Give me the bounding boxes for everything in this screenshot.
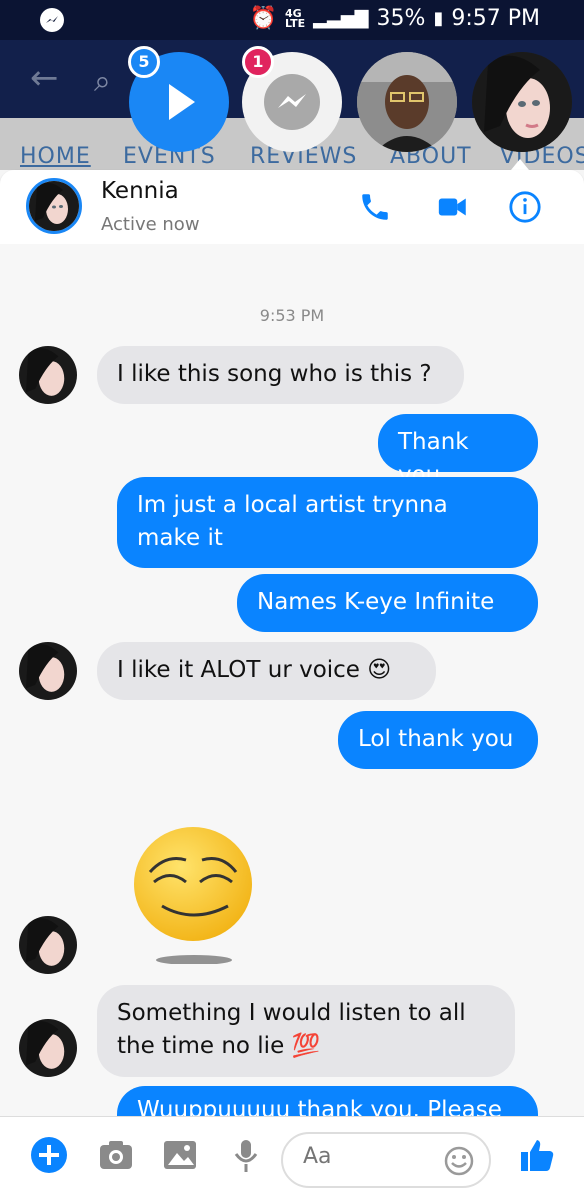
outgoing-message[interactable]: Lol thank you	[338, 711, 538, 769]
contact-status: Active now	[101, 214, 200, 235]
message-input-wrapper[interactable]	[281, 1132, 491, 1188]
incoming-message[interactable]: Something I would listen to all the time…	[97, 985, 515, 1077]
status-time: 9:57 PM	[451, 6, 540, 31]
info-icon[interactable]	[508, 190, 542, 224]
battery-icon: ▮	[433, 8, 444, 29]
relieved-emoji-sticker[interactable]	[132, 824, 256, 964]
message-timestamp: 9:53 PM	[259, 306, 325, 325]
video-call-icon[interactable]	[436, 190, 470, 224]
man-avatar-photo	[357, 52, 457, 152]
network-type: 4G LTE	[284, 6, 306, 30]
outgoing-message[interactable]: Names K-eye Infinite	[237, 574, 538, 632]
messenger-notification-icon	[40, 8, 64, 32]
gallery-icon[interactable]	[160, 1135, 200, 1175]
like-icon[interactable]	[517, 1135, 557, 1175]
camera-icon[interactable]	[96, 1135, 136, 1175]
message-composer	[0, 1116, 584, 1201]
video-badge: 5	[128, 46, 160, 78]
microphone-icon[interactable]	[226, 1135, 266, 1175]
incoming-message[interactable]: I like this song who is this ?	[97, 346, 464, 404]
emoji-icon[interactable]	[443, 1145, 475, 1177]
kennia-avatar-photo	[19, 916, 77, 974]
kennia-avatar-photo	[19, 1019, 77, 1077]
alarm-icon: ⏰	[249, 6, 277, 31]
conversation-avatar[interactable]	[26, 178, 82, 234]
signal-icon: ▂▃▅▇	[313, 8, 369, 29]
sender-avatar[interactable]	[19, 642, 77, 700]
kennia-avatar-photo	[29, 181, 79, 231]
contact-name: Kennia	[101, 178, 179, 204]
sender-avatar[interactable]	[19, 916, 77, 974]
incoming-message[interactable]: I like it ALOT ur voice 😍	[97, 642, 436, 700]
status-right: ⏰ 4G LTE ▂▃▅▇ 35% ▮ 9:57 PM	[250, 6, 540, 31]
message-input[interactable]	[301, 1143, 435, 1170]
outgoing-message[interactable]: Im just a local artist trynna make it	[117, 477, 538, 568]
kennia-avatar-photo	[472, 52, 572, 152]
contact-chat-head-kennia[interactable]	[472, 52, 572, 152]
tab-home[interactable]: HOME	[20, 144, 91, 169]
kennia-avatar-photo	[19, 346, 77, 404]
messenger-badge: 1	[242, 46, 274, 78]
phone-call-icon[interactable]	[358, 190, 392, 224]
sender-avatar[interactable]	[19, 1019, 77, 1077]
status-bar: ⏰ 4G LTE ▂▃▅▇ 35% ▮ 9:57 PM	[0, 0, 584, 40]
sender-avatar[interactable]	[19, 346, 77, 404]
back-arrow-icon[interactable]: ←	[30, 58, 59, 98]
active-head-pointer	[511, 159, 529, 170]
kennia-avatar-photo	[19, 642, 77, 700]
conversation-header: Kennia Active now	[0, 170, 584, 244]
battery-percent: 35%	[376, 6, 426, 31]
search-icon[interactable]: ⌕	[94, 64, 134, 104]
message-list[interactable]: 9:53 PM I like this song who is this ? T…	[0, 244, 584, 1116]
outgoing-message[interactable]: Thank you	[378, 414, 538, 488]
outgoing-message-partial[interactable]: Wuuppuuuuu thank you. Please	[117, 1086, 538, 1116]
contact-chat-head-man[interactable]	[357, 52, 457, 152]
add-icon[interactable]	[29, 1135, 69, 1175]
